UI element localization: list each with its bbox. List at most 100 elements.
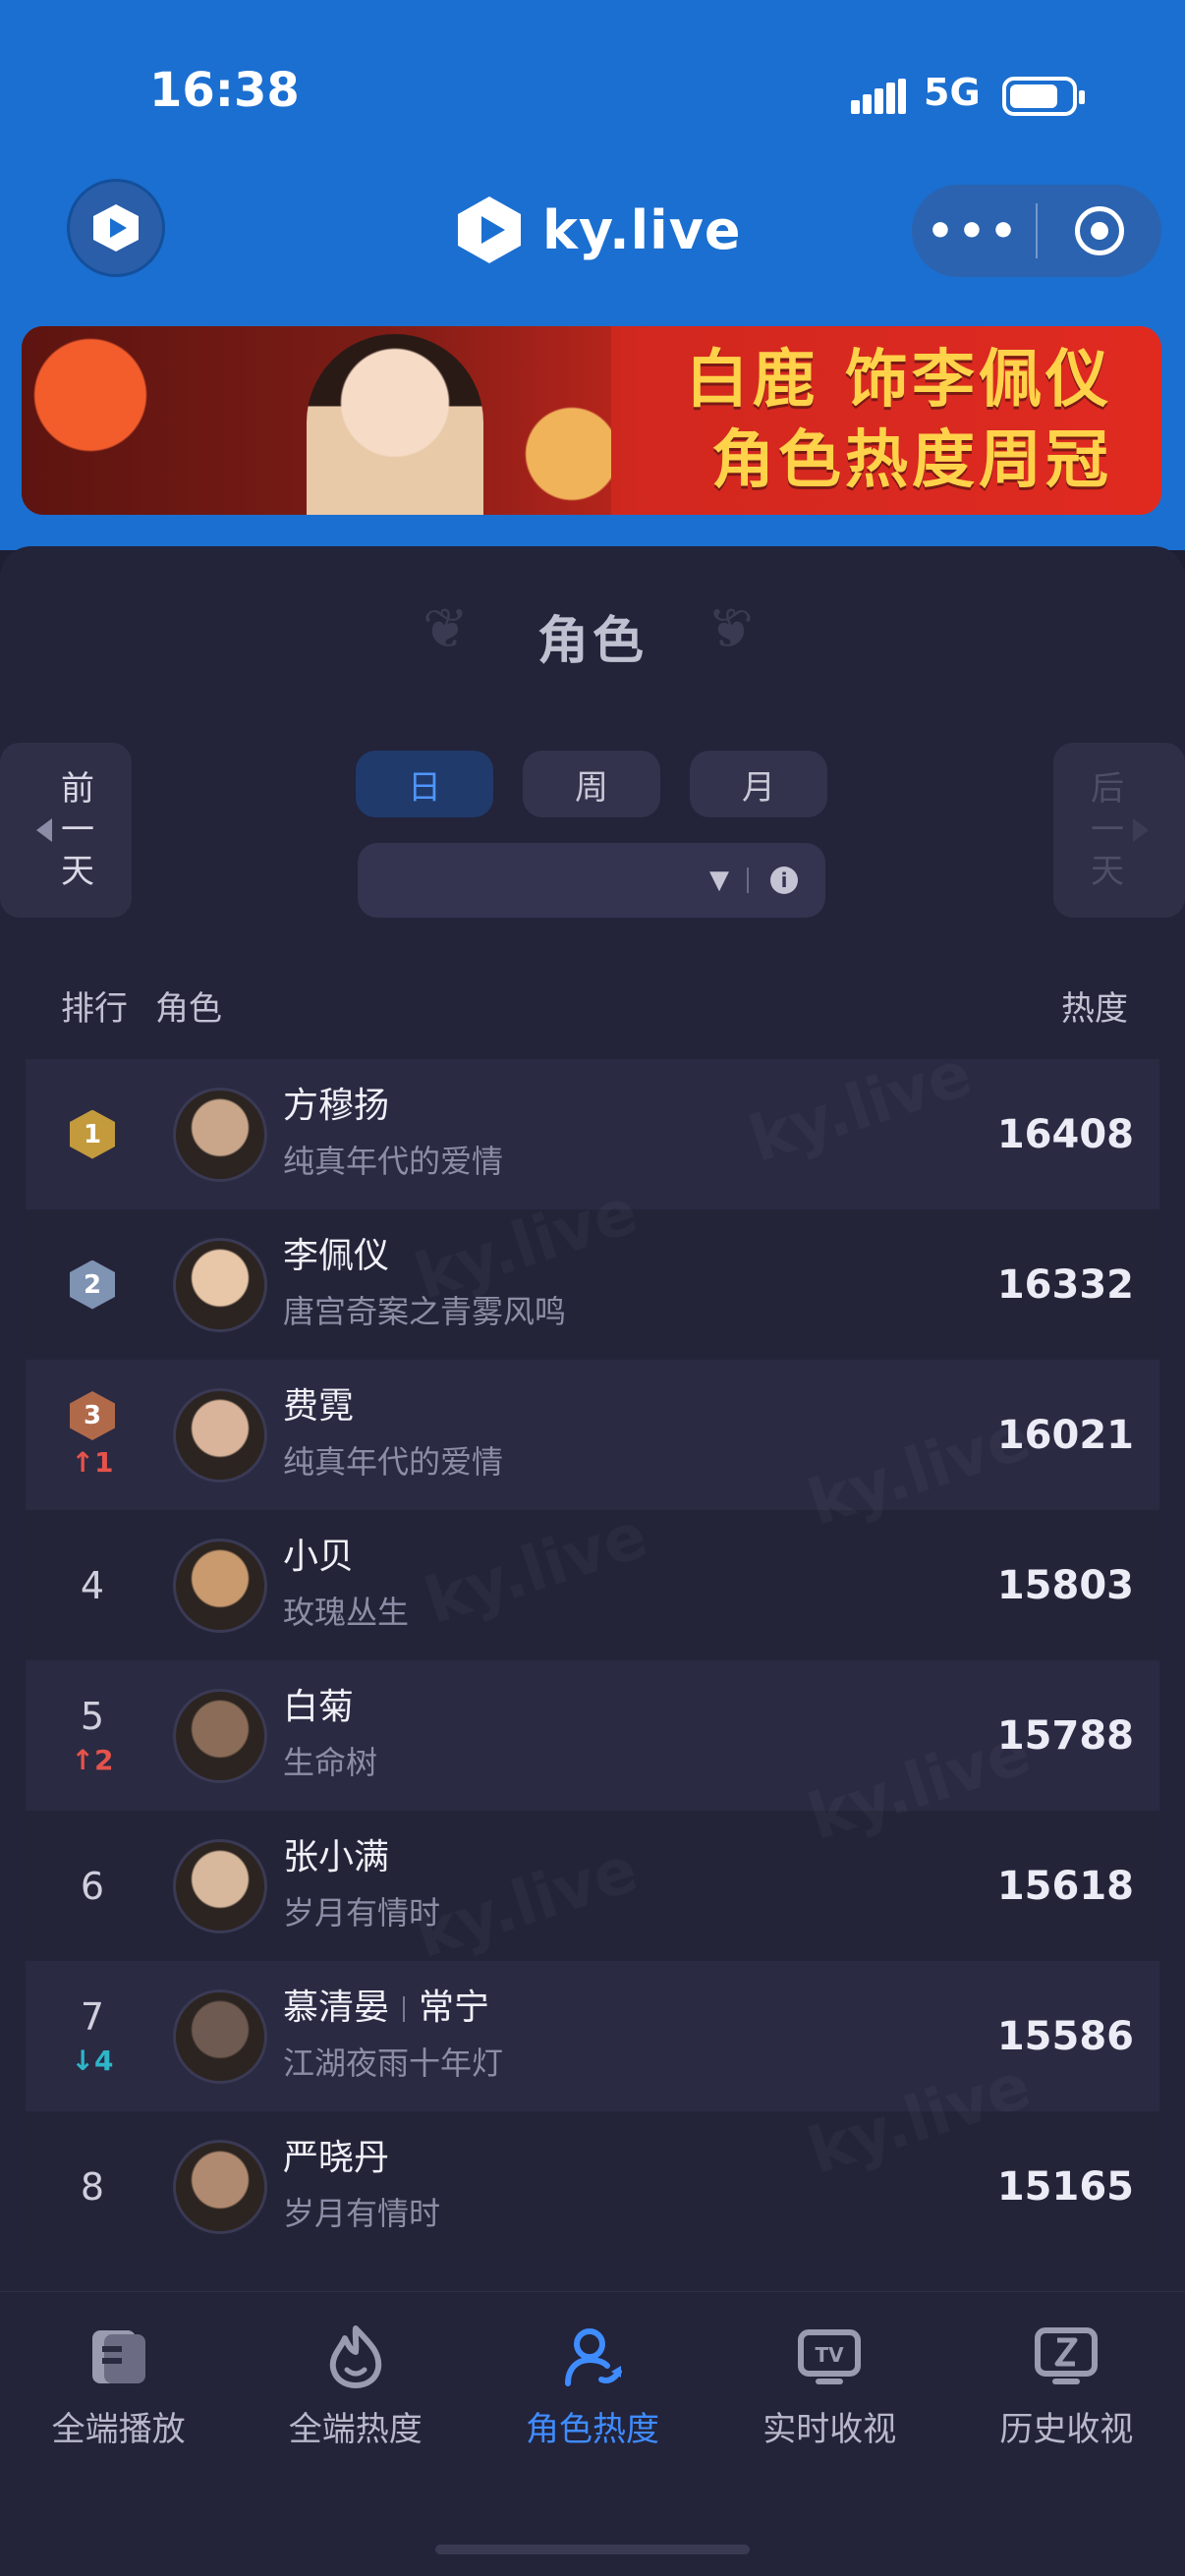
rank-change: ↑1 xyxy=(72,1446,114,1479)
header-role: 角色 xyxy=(155,988,222,1029)
role-name: 方穆扬 xyxy=(283,1083,963,1130)
role-name-text: 李佩仪 xyxy=(283,1235,390,1276)
role-name: 严晓丹 xyxy=(283,2135,963,2182)
rank-change: ↓4 xyxy=(72,2044,114,2077)
role-name-text: 方穆扬 xyxy=(283,1085,390,1126)
avatar xyxy=(173,1387,267,1483)
rank-change-value: 2 xyxy=(93,1744,114,1776)
next-day-button[interactable]: 后 一 天 xyxy=(1053,743,1185,918)
prev-day-button[interactable]: 前 一 天 xyxy=(0,743,132,918)
prev-day-char: 一 xyxy=(61,811,94,850)
role-alias-text: 常宁 xyxy=(419,1987,490,2028)
role-name: 白菊 xyxy=(283,1684,963,1731)
role-name-text: 小贝 xyxy=(283,1536,355,1577)
show-title: 江湖夜雨十年灯 xyxy=(283,2044,504,2082)
tab-day[interactable]: 日 xyxy=(356,751,493,817)
header-heat: 热度 xyxy=(1061,988,1128,1029)
nav-all-play[interactable]: 全端播放 xyxy=(0,2292,237,2479)
nav-live-rating[interactable]: TV 实时收视 xyxy=(711,2292,948,2479)
nav-label: 实时收视 xyxy=(762,2409,897,2449)
banner-line1: 白鹿 饰李佩仪 xyxy=(685,344,1112,417)
table-row[interactable]: 5 ↑2 白菊 生命树 15788 xyxy=(26,1660,1159,1811)
laurel-right-icon: ❦ xyxy=(707,597,754,661)
rank-cell: 4 xyxy=(26,1564,159,1607)
play-list-icon xyxy=(84,2322,154,2392)
play-logo-icon xyxy=(93,204,139,252)
role-name-text: 白菊 xyxy=(283,1686,355,1727)
prev-day-char: 前 xyxy=(61,769,94,809)
rank-number: 5 xyxy=(80,1695,105,1738)
table-row[interactable]: 8 严晓丹 岁月有情时 15165 xyxy=(26,2111,1159,2262)
app-logo: ky.live xyxy=(454,193,742,267)
rank-cell: 6 xyxy=(26,1865,159,1908)
tv-icon: TV xyxy=(794,2322,865,2392)
nav-all-heat[interactable]: 全端热度 xyxy=(237,2292,474,2479)
arrow-right-icon xyxy=(1133,818,1149,842)
rank-cell: 7 ↓4 xyxy=(26,1995,159,2077)
more-menu-button[interactable]: ••• xyxy=(912,206,1036,256)
table-row[interactable]: 4 小贝 玫瑰丛生 15803 xyxy=(26,1510,1159,1660)
role-name-text: 张小满 xyxy=(283,1836,390,1877)
nav-label: 全端热度 xyxy=(288,2409,423,2449)
rank-number: 4 xyxy=(80,1563,105,1607)
table-row[interactable]: 6 张小满 岁月有情时 15618 xyxy=(26,1811,1159,1961)
rank-cell: 1 xyxy=(26,1109,159,1159)
info-icon[interactable]: i xyxy=(770,867,798,894)
arrow-up-icon: ↑ xyxy=(71,1446,94,1479)
avatar xyxy=(173,1538,267,1633)
arrow-left-icon xyxy=(36,818,52,842)
show-title: 纯真年代的爱情 xyxy=(283,1442,504,1481)
svg-text:TV: TV xyxy=(816,2343,845,2367)
rank-cell: 5 ↑2 xyxy=(26,1695,159,1776)
table-row[interactable]: 2 李佩仪 唐宫奇案之青雾风鸣 16332 xyxy=(26,1209,1159,1360)
show-title: 纯真年代的爱情 xyxy=(283,1142,504,1180)
logo-text: ky.live xyxy=(542,198,742,261)
flame-icon xyxy=(320,2322,391,2392)
avatar xyxy=(173,1988,267,2084)
arrow-up-icon: ↑ xyxy=(71,1744,94,1776)
promo-banner[interactable]: 白鹿 饰李佩仪 角色热度周冠 xyxy=(22,326,1161,515)
nav-history-rating[interactable]: 历史收视 xyxy=(948,2292,1185,2479)
ranking-table: 排行 角色 热度 1 方穆扬 纯真年代的爱情 16408 2 李佩仪 唐宫奇案之青雾风鸣 16… xyxy=(26,951,1159,2262)
nav-role-heat[interactable]: 角色热度 xyxy=(474,2292,710,2479)
home-logo-button[interactable] xyxy=(67,179,165,277)
gold-medal-icon: 1 xyxy=(70,1109,115,1159)
banner-image xyxy=(22,326,611,515)
header-rank: 排行 xyxy=(61,988,128,1029)
history-icon xyxy=(1031,2322,1101,2392)
silver-medal-icon: 2 xyxy=(70,1260,115,1310)
nav-label: 历史收视 xyxy=(999,2409,1134,2449)
dropdown-arrow-icon: ▼ xyxy=(709,866,729,895)
date-divider xyxy=(747,868,749,893)
person-icon xyxy=(557,2322,628,2392)
rank-number: 7 xyxy=(80,1995,105,2039)
nav-label: 全端播放 xyxy=(51,2409,186,2449)
next-day-char: 天 xyxy=(1091,852,1124,891)
ky-logo-icon xyxy=(458,196,521,263)
nav-label: 角色热度 xyxy=(526,2409,659,2449)
status-time: 16:38 xyxy=(149,63,300,118)
mini-program-capsule: ••• xyxy=(912,185,1161,277)
target-icon xyxy=(1075,206,1124,255)
table-row[interactable]: 7 ↓4 慕清晏 常宁 江湖夜雨十年灯 15586 xyxy=(26,1961,1159,2111)
role-name: 小贝 xyxy=(283,1534,963,1581)
section-title: 角色 xyxy=(536,612,648,671)
tab-month[interactable]: 月 xyxy=(690,751,827,817)
rank-change-value: 4 xyxy=(93,2044,114,2077)
role-name: 费霓 xyxy=(283,1383,963,1430)
show-title: 唐宫奇案之青雾风鸣 xyxy=(283,1292,567,1330)
next-day-char: 后 xyxy=(1091,769,1124,809)
role-name-text: 费霓 xyxy=(283,1385,355,1427)
tab-week[interactable]: 周 xyxy=(523,751,660,817)
rank-change: ↑2 xyxy=(72,1744,114,1776)
date-selector[interactable]: ▼ i xyxy=(358,843,825,918)
table-row[interactable]: 3 ↑1 费霓 纯真年代的爱情 16021 xyxy=(26,1360,1159,1510)
role-name-text: 严晓丹 xyxy=(283,2137,390,2178)
bottom-nav: 全端播放 全端热度 角色热度 TV 实时收视 历史收视 xyxy=(0,2291,1185,2576)
rank-change-value: 1 xyxy=(93,1446,114,1479)
heat-value: 15618 xyxy=(996,1863,1134,1909)
table-row[interactable]: 1 方穆扬 纯真年代的爱情 16408 xyxy=(26,1059,1159,1209)
bronze-medal-icon: 3 xyxy=(70,1391,115,1440)
close-target-button[interactable] xyxy=(1038,206,1161,255)
next-day-char: 一 xyxy=(1091,811,1124,850)
